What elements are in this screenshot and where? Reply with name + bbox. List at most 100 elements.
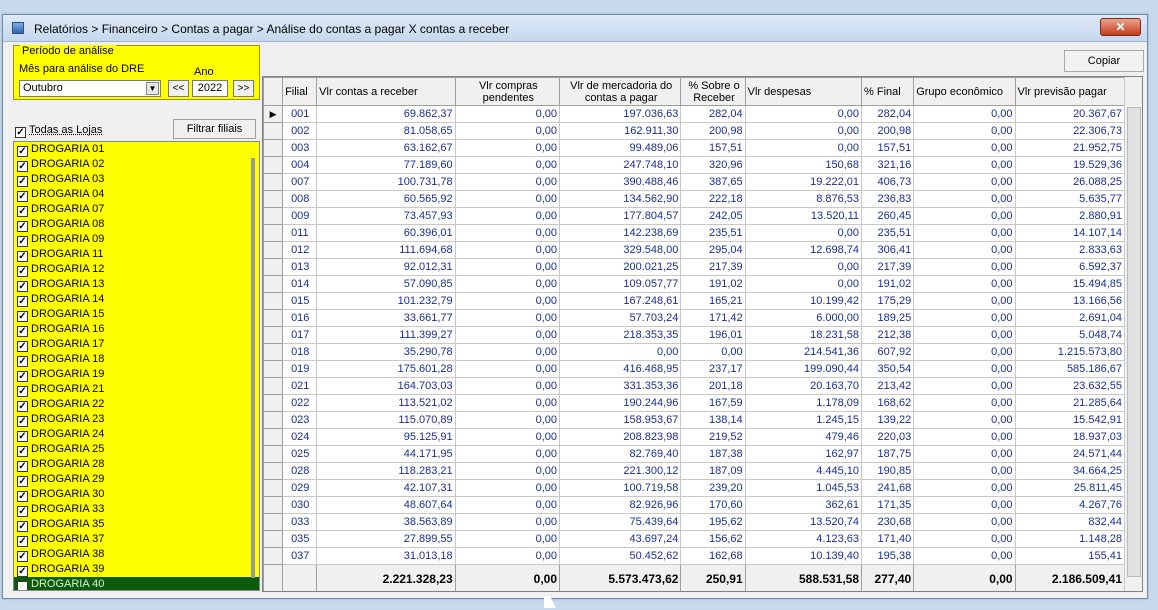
checkbox-checked-icon[interactable]: ✓ <box>17 146 28 157</box>
table-cell[interactable]: 0,00 <box>454 513 561 531</box>
grid-scrollbar[interactable] <box>1124 77 1142 591</box>
store-item[interactable]: ✓ DROGARIA 29 <box>14 472 259 487</box>
table-row[interactable]: 023 115.070,89 0,00 158.953,67 138,14 1.245,1… <box>263 411 1126 429</box>
store-item[interactable]: ✓ DROGARIA 17 <box>14 337 259 352</box>
table-cell[interactable]: 030 <box>282 496 318 514</box>
table-cell[interactable]: 190,85 <box>861 462 915 480</box>
table-cell[interactable]: 362,61 <box>744 496 863 514</box>
store-item[interactable]: ✓ DROGARIA 18 <box>14 352 259 367</box>
table-cell[interactable]: 175.601,28 <box>316 360 456 378</box>
table-cell[interactable]: 0,00 <box>913 445 1016 463</box>
table-cell[interactable]: 191,02 <box>861 275 915 293</box>
checkbox-checked-icon[interactable]: ✓ <box>17 521 28 532</box>
table-cell[interactable]: 2.691,04 <box>1014 309 1126 327</box>
table-row[interactable]: 021 164.703,03 0,00 331.353,36 201,18 20.163,… <box>263 377 1126 395</box>
next-year-button[interactable]: >> <box>233 80 254 97</box>
table-cell[interactable]: 155,41 <box>1014 547 1126 565</box>
store-item[interactable]: ✓ DROGARIA 28 <box>14 457 259 472</box>
checkbox-checked-icon[interactable]: ✓ <box>17 221 28 232</box>
table-cell[interactable]: 113.521,02 <box>316 394 456 412</box>
table-cell[interactable]: 13.166,56 <box>1014 292 1126 310</box>
table-cell[interactable]: 217,39 <box>680 258 746 276</box>
table-cell[interactable]: 0,00 <box>913 326 1016 344</box>
table-cell[interactable]: 69.862,37 <box>316 105 456 123</box>
table-cell[interactable]: 0,00 <box>454 326 561 344</box>
table-cell[interactable]: 037 <box>282 547 318 565</box>
table-cell[interactable]: 024 <box>282 428 318 446</box>
table-cell[interactable]: 212,38 <box>861 326 915 344</box>
table-cell[interactable]: 162,68 <box>680 547 746 565</box>
table-cell[interactable]: 158.953,67 <box>558 411 682 429</box>
store-item[interactable]: ✓ DROGARIA 38 <box>14 547 259 562</box>
table-row[interactable]: 016 33.661,77 0,00 57.703,24 171,42 6.000,00 1… <box>263 309 1126 327</box>
table-cell[interactable]: 57.703,24 <box>558 309 682 327</box>
table-cell[interactable]: 168,62 <box>861 394 915 412</box>
row-indicator[interactable] <box>263 190 284 208</box>
checkbox-checked-icon[interactable]: ✓ <box>17 311 28 322</box>
checkbox-checked-icon[interactable]: ✓ <box>17 176 28 187</box>
row-indicator[interactable] <box>263 275 284 293</box>
table-cell[interactable]: 001 <box>282 105 318 123</box>
table-cell[interactable]: 0,00 <box>913 411 1016 429</box>
table-cell[interactable]: 111.399,27 <box>316 326 456 344</box>
table-cell[interactable]: 230,68 <box>861 513 915 531</box>
table-cell[interactable]: 247.748,10 <box>558 156 682 174</box>
table-cell[interactable]: 63.162,67 <box>316 139 456 157</box>
table-cell[interactable]: 190.244,96 <box>558 394 682 412</box>
table-cell[interactable]: 0,00 <box>913 309 1016 327</box>
table-row[interactable]: 017 111.399,27 0,00 218.353,35 196,01 18.231,… <box>263 326 1126 344</box>
table-cell[interactable]: 5.048,74 <box>1014 326 1126 344</box>
checkbox-checked-icon[interactable]: ✓ <box>17 356 28 367</box>
table-cell[interactable]: 607,92 <box>861 343 915 361</box>
store-item[interactable]: ✓ DROGARIA 39 <box>14 562 259 577</box>
table-row[interactable]: 022 113.521,02 0,00 190.244,96 167,59 1.178,0… <box>263 394 1126 412</box>
column-header[interactable]: Vlr de mercadoria do contas a pagar <box>558 77 682 106</box>
all-stores-checkbox[interactable]: ✓ Todas as Lojas <box>15 124 102 140</box>
store-item[interactable]: ✓ DROGARIA 25 <box>14 442 259 457</box>
table-cell[interactable]: 167,59 <box>680 394 746 412</box>
table-cell[interactable]: 187,09 <box>680 462 746 480</box>
table-cell[interactable]: 329.548,00 <box>558 241 682 259</box>
table-cell[interactable]: 109.057,77 <box>558 275 682 293</box>
table-cell[interactable]: 0,00 <box>454 105 561 123</box>
table-cell[interactable]: 0,00 <box>454 479 561 497</box>
table-row[interactable]: 033 38.563,89 0,00 75.439,64 195,62 13.520,74… <box>263 513 1126 531</box>
table-cell[interactable]: 0,00 <box>913 275 1016 293</box>
store-item[interactable]: ✓ DROGARIA 21 <box>14 382 259 397</box>
table-cell[interactable]: 235,51 <box>680 224 746 242</box>
table-cell[interactable]: 189,25 <box>861 309 915 327</box>
store-item[interactable]: ✓ DROGARIA 09 <box>14 232 259 247</box>
checkbox-checked-icon[interactable]: ✓ <box>17 416 28 427</box>
table-cell[interactable]: 82.926,96 <box>558 496 682 514</box>
table-cell[interactable]: 320,96 <box>680 156 746 174</box>
table-cell[interactable]: 295,04 <box>680 241 746 259</box>
table-cell[interactable]: 101.232,79 <box>316 292 456 310</box>
table-cell[interactable]: 0,00 <box>913 207 1016 225</box>
table-cell[interactable]: 44.171,95 <box>316 445 456 463</box>
table-cell[interactable]: 200,98 <box>861 122 915 140</box>
table-cell[interactable]: 406,73 <box>861 173 915 191</box>
table-cell[interactable]: 165,21 <box>680 292 746 310</box>
table-cell[interactable]: 014 <box>282 275 318 293</box>
table-cell[interactable]: 0,00 <box>744 122 863 140</box>
table-cell[interactable]: 18.937,03 <box>1014 428 1126 446</box>
store-item[interactable]: ✓ DROGARIA 04 <box>14 187 259 202</box>
table-cell[interactable]: 015 <box>282 292 318 310</box>
table-cell[interactable]: 100.719,58 <box>558 479 682 497</box>
checkbox-checked-icon[interactable]: ✓ <box>17 506 28 517</box>
checkbox-checked-icon[interactable]: ✓ <box>17 191 28 202</box>
copy-button[interactable]: Copiar <box>1064 50 1144 72</box>
table-cell[interactable]: 0,00 <box>454 309 561 327</box>
table-cell[interactable]: 241,68 <box>861 479 915 497</box>
table-cell[interactable]: 219,52 <box>680 428 746 446</box>
table-cell[interactable]: 0,00 <box>454 139 561 157</box>
table-cell[interactable]: 60.565,92 <box>316 190 456 208</box>
checkbox-checked-icon[interactable]: ✓ <box>17 401 28 412</box>
table-cell[interactable]: 115.070,89 <box>316 411 456 429</box>
table-cell[interactable]: 0,00 <box>913 343 1016 361</box>
column-header[interactable]: % Final <box>861 77 915 106</box>
table-cell[interactable]: 0,00 <box>913 462 1016 480</box>
table-cell[interactable]: 0,00 <box>454 445 561 463</box>
row-indicator[interactable] <box>263 547 284 565</box>
column-header[interactable]: Vlr previsão pagar <box>1014 77 1126 106</box>
